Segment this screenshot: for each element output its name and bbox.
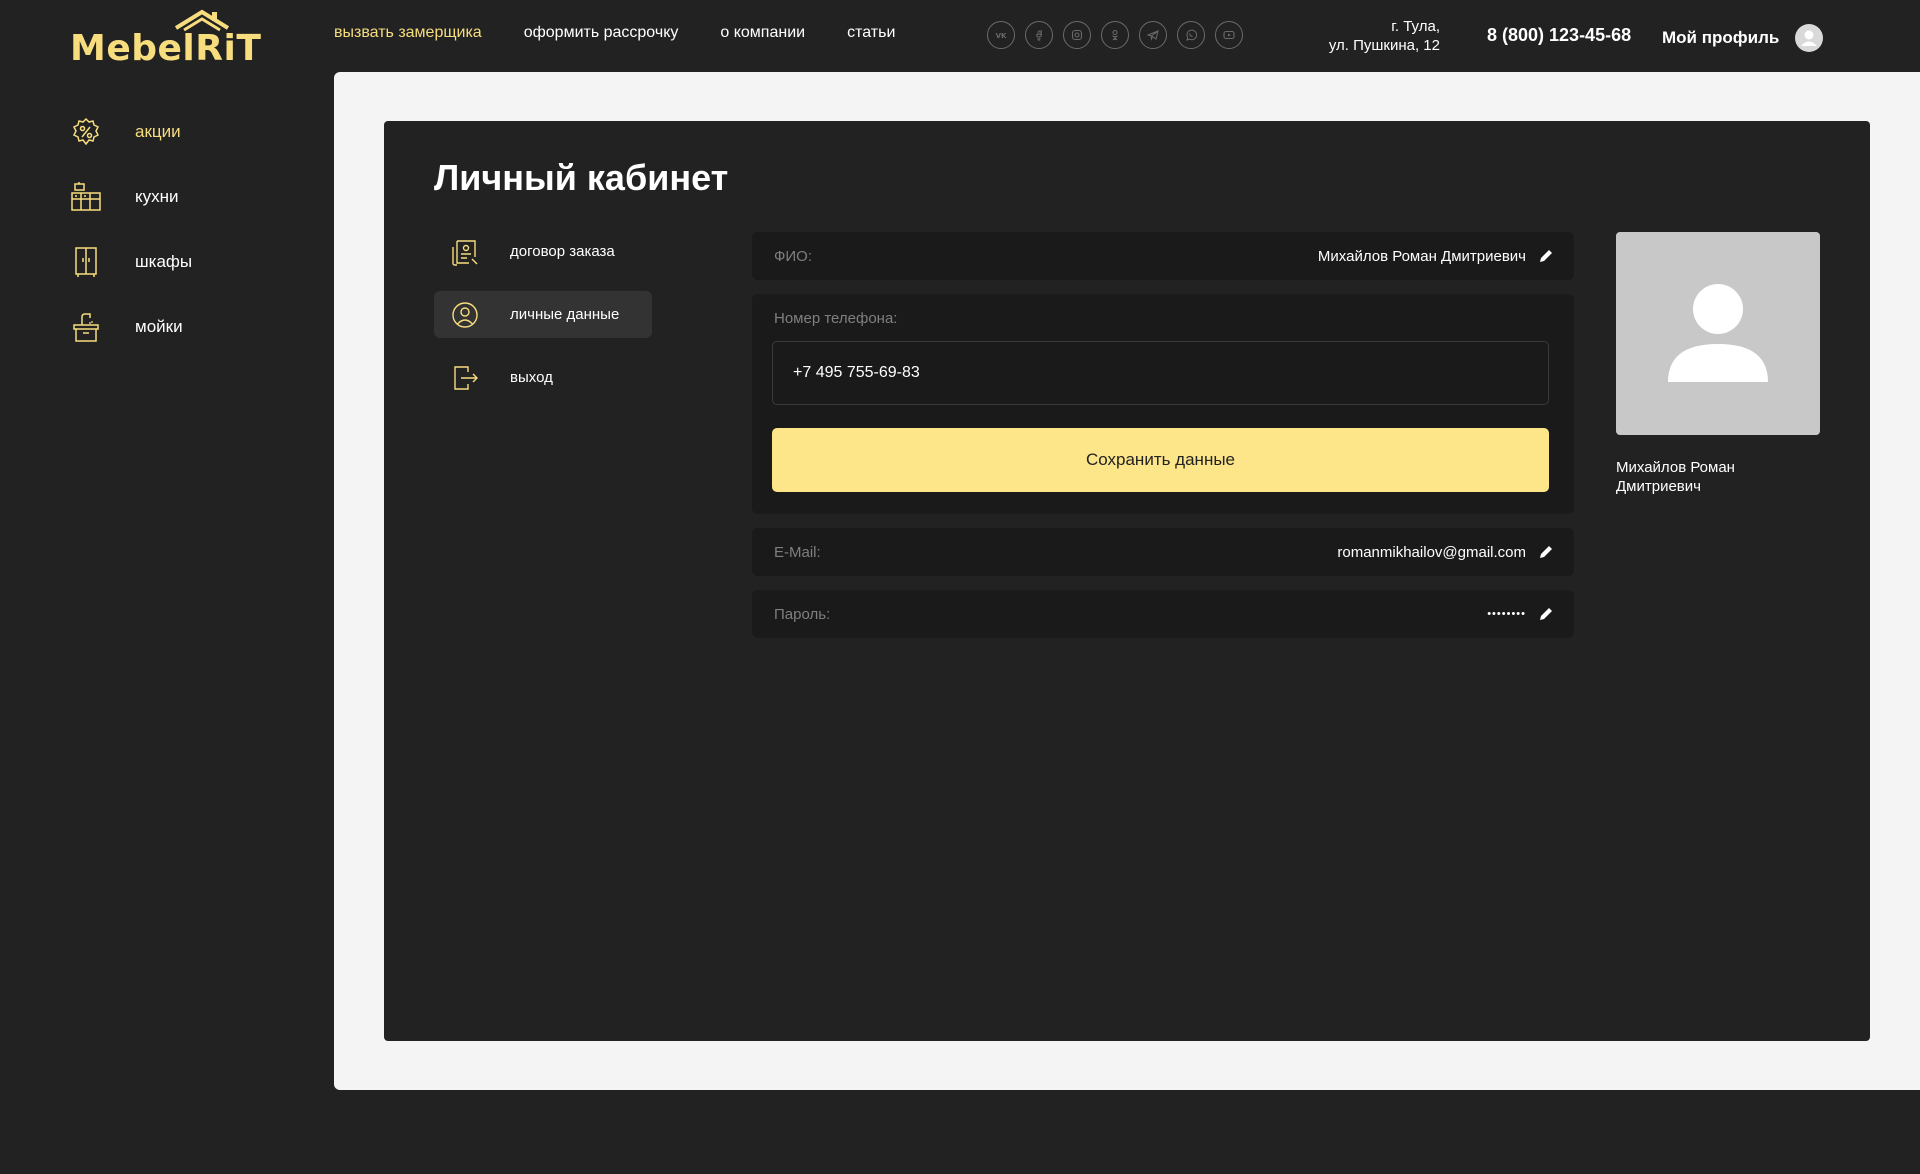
password-label: Пароль: xyxy=(774,605,831,623)
edit-password-pencil-icon[interactable] xyxy=(1538,606,1554,622)
page-title: Личный кабинет xyxy=(434,157,729,198)
fio-label: ФИО: xyxy=(774,247,813,265)
user-circle-icon xyxy=(452,301,478,328)
my-profile-link[interactable]: Мой профиль xyxy=(1662,24,1824,52)
logo[interactable]: MebelRiT xyxy=(68,6,261,69)
account-menu-label: договор заказа xyxy=(510,243,615,260)
my-profile-label: Мой профиль xyxy=(1662,28,1780,47)
nav-call-measurer[interactable]: вызвать замерщика xyxy=(334,24,482,42)
email-value: romanmikhailov@gmail.com xyxy=(1337,543,1526,561)
account-menu-label: выход xyxy=(510,369,553,386)
nav-installment[interactable]: оформить рассрочку xyxy=(524,24,679,42)
email-row: E-Mail: romanmikhailov@gmail.com xyxy=(752,528,1574,576)
social-links: VK xyxy=(987,21,1243,49)
sidebar-item-label: шкафы xyxy=(135,252,193,271)
nav-about[interactable]: о компании xyxy=(720,24,805,42)
sidebar-item-promotions[interactable]: акции xyxy=(70,116,192,148)
sidebar-item-label: кухни xyxy=(135,187,179,206)
address-city: г. Тула, xyxy=(1391,18,1440,35)
address-street: ул. Пушкина, 12 xyxy=(1328,37,1440,54)
header-phone[interactable]: 8 (800) 123-45-68 xyxy=(1487,25,1631,46)
account-panel: Личный кабинет договор заказа личные дан… xyxy=(384,121,1870,1041)
password-row: Пароль: •••••••• xyxy=(752,590,1574,638)
sidebar-item-wardrobes[interactable]: шкафы xyxy=(70,246,192,278)
discount-badge-icon xyxy=(72,117,100,146)
edit-fio-pencil-icon[interactable] xyxy=(1538,248,1554,264)
save-data-button[interactable]: Сохранить данные xyxy=(772,428,1549,492)
account-menu-label: личные данные xyxy=(510,306,620,323)
fio-row: ФИО: Михайлов Роман Дмитриевич xyxy=(752,232,1574,280)
sidebar-item-sinks[interactable]: мойки xyxy=(70,311,192,343)
sidebar-item-label: мойки xyxy=(135,317,183,336)
profile-photo-placeholder[interactable] xyxy=(1616,232,1820,435)
user-avatar-icon xyxy=(1795,24,1824,52)
account-menu: договор заказа личные данные выход xyxy=(434,228,652,417)
profile-name: Михайлов Роман Дмитриевич xyxy=(1616,459,1735,495)
whatsapp-icon[interactable] xyxy=(1177,21,1205,49)
svg-text:VK: VK xyxy=(996,32,1007,40)
account-menu-logout[interactable]: выход xyxy=(434,354,652,401)
fio-value: Михайлов Роман Дмитриевич xyxy=(1317,247,1526,265)
store-address: г. Тула, ул. Пушкина, 12 xyxy=(1329,17,1440,55)
account-menu-personal-data[interactable]: личные данные xyxy=(434,291,652,338)
password-value: •••••••• xyxy=(1487,608,1526,620)
user-silhouette-icon xyxy=(1668,284,1768,382)
edit-email-pencil-icon[interactable] xyxy=(1538,544,1554,560)
top-nav: вызвать замерщика оформить рассрочку о к… xyxy=(334,24,895,42)
account-menu-contract[interactable]: договор заказа xyxy=(434,228,652,275)
instagram-icon[interactable] xyxy=(1063,21,1091,49)
contract-icon xyxy=(452,239,478,266)
odnoklassniki-icon[interactable] xyxy=(1101,21,1129,49)
telegram-icon[interactable] xyxy=(1139,21,1167,49)
phone-edit-block: Номер телефона: Сохранить данные xyxy=(752,294,1574,514)
personal-data-form: ФИО: Михайлов Роман Дмитриевич Номер тел… xyxy=(752,232,1574,652)
nav-articles[interactable]: статьи xyxy=(847,24,895,42)
email-label: E-Mail: xyxy=(774,543,821,561)
kitchen-icon xyxy=(71,182,101,211)
phone-input[interactable] xyxy=(772,341,1549,405)
vk-icon[interactable]: VK xyxy=(987,21,1015,49)
logo-text: MebelRiT xyxy=(70,28,262,69)
sidebar-item-label: акции xyxy=(135,122,181,141)
logout-icon xyxy=(454,365,478,390)
youtube-icon[interactable] xyxy=(1215,21,1243,49)
wardrobe-icon xyxy=(75,247,97,277)
category-sidebar: акции кухни шкафы мойки xyxy=(70,116,192,376)
facebook-icon[interactable] xyxy=(1025,21,1053,49)
sidebar-item-kitchens[interactable]: кухни xyxy=(70,181,192,213)
phone-label: Номер телефона: xyxy=(774,310,898,327)
sink-icon xyxy=(73,313,99,342)
